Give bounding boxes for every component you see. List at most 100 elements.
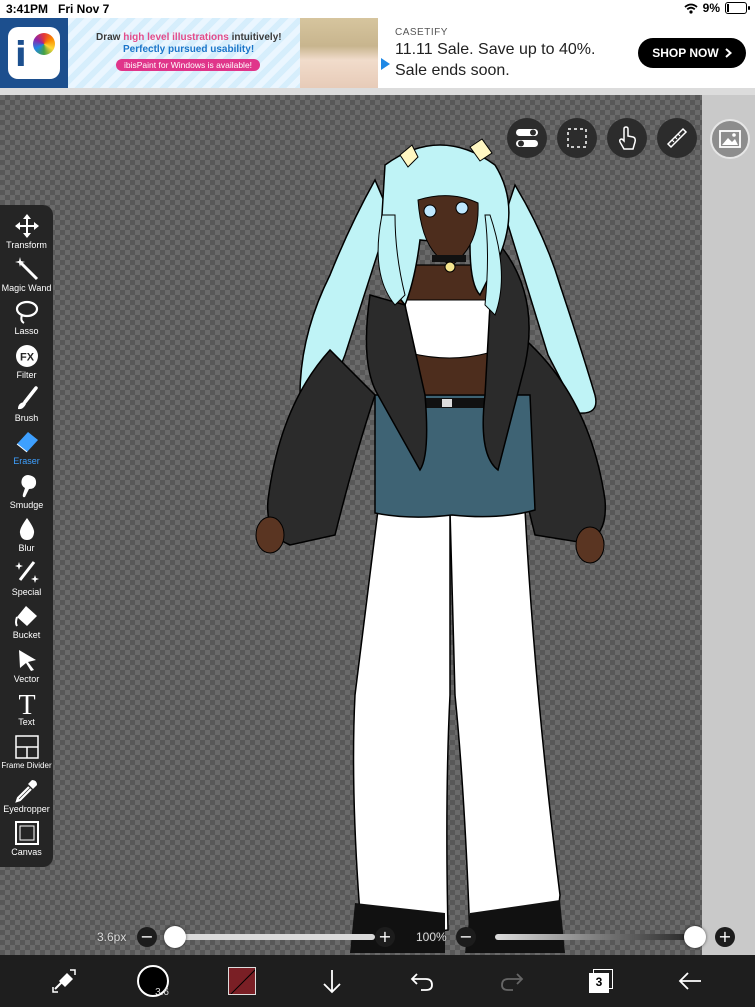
- tool-smudge[interactable]: Smudge: [0, 473, 53, 516]
- opacity-slider[interactable]: 100% − +: [415, 925, 740, 949]
- tool-label: Bucket: [12, 630, 41, 640]
- status-bar: 3:41PM Fri Nov 7 9%: [0, 0, 755, 18]
- ad-brand: CASETIFY: [395, 27, 448, 38]
- opacity-increase-button[interactable]: +: [715, 927, 735, 947]
- promo-line-2: Perfectly pursued usability!: [123, 44, 255, 55]
- layers-stack-icon: 3: [589, 969, 613, 993]
- tool-label: Transform: [6, 240, 47, 250]
- brush-size-value: 3.6px: [97, 930, 127, 944]
- hand-touch-icon: [619, 126, 636, 150]
- arrow-left-icon: [678, 972, 701, 990]
- hand-tool-button[interactable]: [607, 118, 647, 158]
- tool-special[interactable]: Special: [0, 560, 53, 603]
- eraser-icon: [16, 432, 38, 453]
- tool-label: Special: [11, 587, 42, 597]
- redo-icon: [501, 973, 524, 991]
- tool-brush[interactable]: Brush: [0, 386, 53, 429]
- reference-window-button[interactable]: [710, 119, 750, 159]
- bottom-toolbar: 3.6 3: [0, 955, 755, 1007]
- tool-label: Filter: [16, 370, 37, 380]
- tool-eraser[interactable]: Eraser: [0, 429, 53, 472]
- tool-canvas[interactable]: Canvas: [0, 820, 53, 863]
- status-date: Fri Nov 7: [58, 2, 110, 16]
- adchoices-icon[interactable]: [381, 58, 390, 70]
- bucket-icon: [14, 606, 37, 627]
- layer-count: 3: [589, 973, 609, 993]
- tool-transform[interactable]: Transform: [0, 213, 53, 256]
- canvas-artwork: [255, 138, 607, 953]
- layers-button[interactable]: 3: [584, 963, 618, 999]
- color-picker-button[interactable]: [226, 963, 258, 999]
- divider: [0, 88, 755, 95]
- toggles-icon: [516, 129, 538, 147]
- brush-size-badge: 3.6: [155, 987, 169, 998]
- brush-size-knob[interactable]: [164, 926, 186, 948]
- fx-icon: FX: [15, 345, 38, 367]
- text-t-icon: T: [18, 690, 35, 716]
- ad-headline-2: Sale ends soon.: [395, 62, 510, 79]
- eyedropper-icon: [14, 780, 37, 803]
- drawing-canvas[interactable]: [0, 95, 702, 955]
- layer-toggle-button[interactable]: [507, 118, 547, 158]
- opacity-decrease-button[interactable]: −: [456, 927, 476, 947]
- ruler-button[interactable]: [657, 118, 697, 158]
- opacity-knob[interactable]: [684, 926, 706, 948]
- ad-banner[interactable]: i Draw high level illustrations intuitiv…: [0, 18, 755, 88]
- status-right: 9%: [684, 1, 750, 15]
- opacity-value: 100%: [416, 930, 447, 944]
- frame-divider-icon: [14, 735, 39, 759]
- tool-frame-divider[interactable]: Frame Divider: [0, 734, 53, 777]
- redo-button[interactable]: [496, 963, 528, 999]
- canvas-square-icon: [14, 821, 39, 845]
- ad-headline-1: 11.11 Sale. Save up to 40%.: [395, 41, 596, 58]
- tool-eyedropper[interactable]: Eyedropper: [0, 777, 53, 820]
- tool-label: Brush: [14, 413, 39, 423]
- dashed-square-icon: [567, 128, 587, 148]
- back-button[interactable]: [674, 963, 706, 999]
- undo-button[interactable]: [406, 963, 438, 999]
- tool-label: Canvas: [11, 847, 42, 857]
- lasso-icon: [15, 300, 38, 324]
- tool-magic-wand[interactable]: Magic Wand: [0, 256, 53, 299]
- promo-pill: ibisPaint for Windows is available!: [116, 59, 261, 71]
- opacity-track[interactable]: [495, 934, 695, 940]
- tool-vector[interactable]: Vector: [0, 647, 53, 690]
- current-color-swatch: [228, 967, 256, 995]
- layer-down-button[interactable]: [316, 963, 348, 999]
- tool-filter[interactable]: FX Filter: [0, 343, 53, 386]
- tool-switch-button[interactable]: [46, 963, 82, 999]
- battery-icon: [725, 2, 750, 14]
- tool-lasso[interactable]: Lasso: [0, 299, 53, 342]
- promo-character-image: [300, 18, 378, 88]
- brush-icon: [17, 386, 38, 410]
- tool-text[interactable]: T Text: [0, 690, 53, 733]
- selection-button[interactable]: [557, 118, 597, 158]
- tool-label: Eyedropper: [3, 804, 50, 814]
- brush-size-indicator[interactable]: 3.6: [134, 963, 172, 999]
- magic-wand-icon: [14, 257, 38, 281]
- svg-text:T: T: [18, 690, 35, 716]
- chevron-right-icon: [725, 48, 732, 58]
- blur-drop-icon: [19, 518, 34, 540]
- brush-size-slider[interactable]: 3.6px − +: [95, 925, 395, 949]
- ibispaint-logo-tile[interactable]: i: [0, 18, 68, 88]
- tool-blur[interactable]: Blur: [0, 516, 53, 559]
- brush-size-track[interactable]: [175, 934, 375, 940]
- tool-label: Frame Divider: [1, 761, 52, 770]
- ad-text: CASETIFY 11.11 Sale. Save up to 40%. Sal…: [395, 27, 595, 80]
- smudge-icon: [20, 475, 36, 498]
- tool-palette: Transform Magic Wand Lasso FX Filter Bru…: [0, 205, 53, 867]
- image-icon: [719, 130, 741, 148]
- tool-label: Vector: [13, 674, 40, 684]
- color-wheel-icon: [33, 33, 55, 55]
- tool-bucket[interactable]: Bucket: [0, 603, 53, 646]
- brush-size-decrease-button[interactable]: −: [137, 927, 157, 947]
- tool-label: Smudge: [9, 500, 44, 510]
- svg-text:FX: FX: [19, 352, 34, 364]
- ibispaint-promo[interactable]: Draw high level illustrations intuitivel…: [68, 18, 378, 88]
- ruler-icon: [666, 127, 688, 149]
- shop-now-button[interactable]: SHOP NOW: [638, 38, 746, 68]
- tool-label: Lasso: [14, 326, 39, 336]
- brush-size-increase-button[interactable]: +: [375, 927, 395, 947]
- special-pen-icon: [14, 561, 39, 583]
